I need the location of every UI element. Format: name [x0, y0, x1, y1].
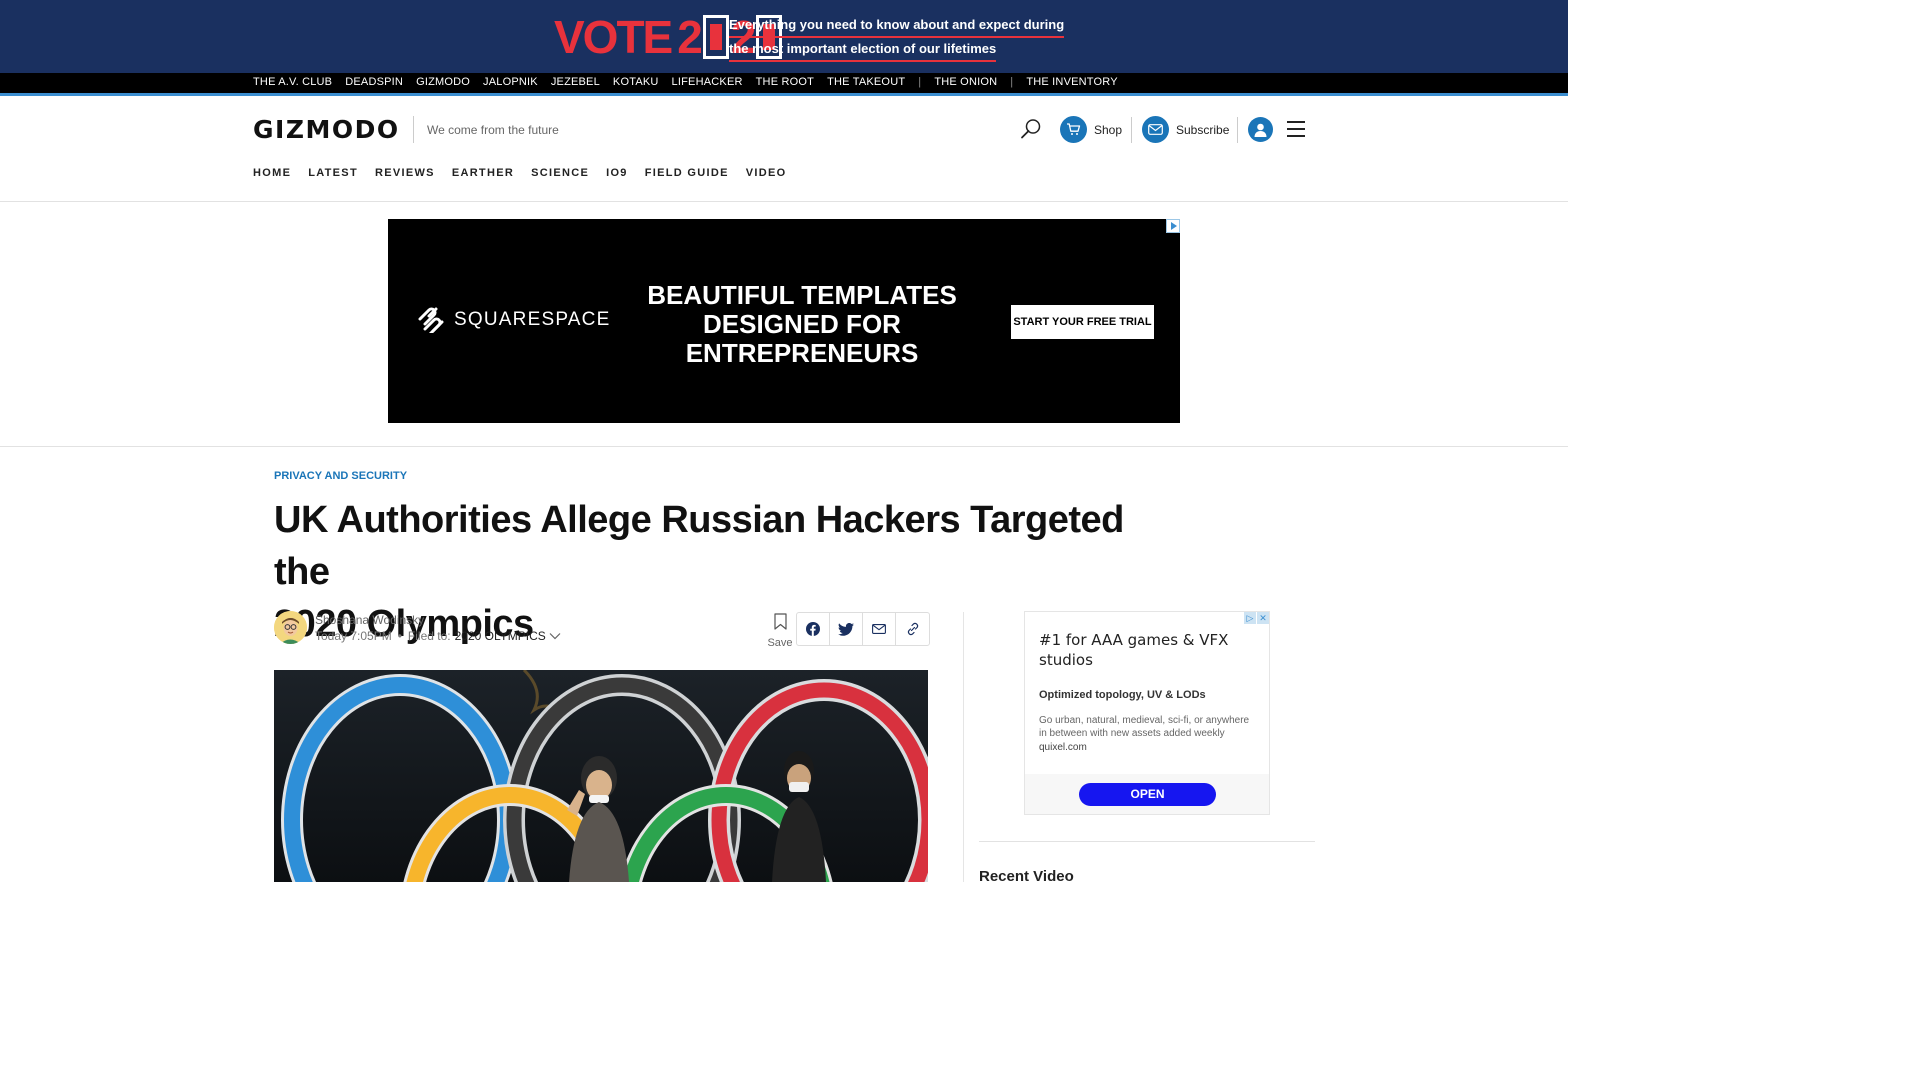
- link-icon: [907, 622, 918, 636]
- cart-icon: [1060, 116, 1087, 143]
- vote-logo-digit: 2: [677, 11, 703, 63]
- save-label: Save: [767, 637, 793, 649]
- olympic-rings-photo: [274, 670, 928, 882]
- close-icon[interactable]: ✕: [1257, 612, 1269, 624]
- site-logo[interactable]: GIZMODO: [253, 115, 400, 144]
- header-divider: [1237, 117, 1238, 143]
- network-link[interactable]: THE TAKEOUT: [827, 76, 905, 88]
- network-link[interactable]: DEADSPIN: [345, 76, 403, 88]
- shop-button[interactable]: Shop: [1060, 116, 1122, 143]
- ballot-box-icon: [702, 15, 729, 59]
- subscribe-label: Subscribe: [1176, 122, 1230, 137]
- network-link[interactable]: JALOPNIK: [483, 76, 538, 88]
- save-button[interactable]: Save: [766, 613, 794, 649]
- header-divider: [413, 116, 414, 143]
- nav-item-io9[interactable]: IO9: [606, 167, 628, 179]
- author-name[interactable]: Shoshana Wodinsky: [315, 613, 424, 627]
- recent-video-heading: Recent Video: [979, 868, 1074, 885]
- network-link[interactable]: THE A.V. CLUB: [253, 76, 332, 88]
- main-nav: HOME LATEST REVIEWS EARTHER SCIENCE IO9 …: [253, 167, 803, 179]
- nav-item-video[interactable]: VIDEO: [746, 167, 787, 179]
- filed-label: Filed to:: [407, 629, 451, 643]
- election-banner[interactable]: VOTE 2 2 Everything you need to know abo…: [0, 0, 1568, 73]
- subscribe-button[interactable]: Subscribe: [1142, 116, 1229, 143]
- squarespace-brand: SQUARESPACE: [454, 309, 611, 330]
- copy-link-button[interactable]: [896, 613, 929, 645]
- user-icon: [1248, 117, 1273, 142]
- nav-item-earther[interactable]: EARTHER: [452, 167, 514, 179]
- network-separator: |: [918, 76, 922, 88]
- article-hero-image: [274, 670, 928, 882]
- election-banner-text[interactable]: Everything you need to know about and ex…: [729, 14, 1065, 62]
- search-icon: [1021, 119, 1041, 139]
- ad-rule: [0, 446, 1568, 447]
- network-separator: |: [1010, 76, 1014, 88]
- network-bar: THE A.V. CLUB DEADSPIN GIZMODO JALOPNIK …: [0, 73, 1568, 93]
- share-twitter-button[interactable]: [830, 613, 863, 645]
- search-button[interactable]: [1020, 118, 1042, 140]
- ad-cta-button[interactable]: START YOUR FREE TRIAL: [1011, 305, 1154, 339]
- sidebar-ad[interactable]: ▷ ✕ #1 for AAA games & VFX studios Optim…: [1024, 611, 1270, 815]
- column-divider: [963, 612, 964, 882]
- headline-line: UK Authorities Allege Russian Hackers Ta…: [274, 499, 1124, 593]
- bookmark-icon: [773, 613, 787, 630]
- sidebar-ad-title: #1 for AAA games & VFX studios: [1039, 631, 1229, 669]
- squarespace-icon: [418, 307, 444, 333]
- chevron-down-icon[interactable]: [549, 632, 561, 640]
- network-link[interactable]: THE ROOT: [756, 76, 814, 88]
- network-link[interactable]: THE INVENTORY: [1026, 76, 1117, 88]
- author-avatar[interactable]: [274, 611, 307, 644]
- hamburger-icon: [1287, 121, 1305, 123]
- ad-controls: ▷ ✕: [1243, 612, 1269, 624]
- email-icon: [872, 624, 886, 634]
- account-button[interactable]: [1248, 117, 1273, 142]
- sidebar-ad-subtitle: Optimized topology, UV & LODs: [1039, 689, 1206, 701]
- publish-timestamp: Today 7:05PM: [315, 629, 392, 643]
- share-facebook-button[interactable]: [797, 613, 830, 645]
- network-link[interactable]: LIFEHACKER: [672, 76, 743, 88]
- squarespace-ad[interactable]: SQUARESPACE BEAUTIFUL TEMPLATES DESIGNED…: [388, 219, 1180, 423]
- network-link[interactable]: KOTAKU: [613, 76, 659, 88]
- election-banner-line: Everything you need to know about and ex…: [729, 14, 1065, 38]
- share-email-button[interactable]: [863, 613, 896, 645]
- nav-item-reviews[interactable]: REVIEWS: [375, 167, 435, 179]
- network-link[interactable]: THE ONION: [934, 76, 997, 88]
- ad-headline-line: BEAUTIFUL TEMPLATES: [647, 280, 957, 310]
- sidebar-ad-description: Go urban, natural, medieval, sci-fi, or …: [1039, 715, 1250, 739]
- header-accent-rule: [0, 93, 1568, 96]
- nav-item-latest[interactable]: LATEST: [308, 167, 358, 179]
- network-link[interactable]: JEZEBEL: [551, 76, 600, 88]
- hamburger-menu-button[interactable]: [1287, 121, 1305, 137]
- ad-headline-line: ENTREPRENEURS: [685, 338, 919, 368]
- mail-icon: [1142, 116, 1169, 143]
- header-divider: [1131, 117, 1132, 143]
- ad-headline: BEAUTIFUL TEMPLATES DESIGNED FOR ENTREPR…: [618, 281, 986, 368]
- avatar-illustration: [274, 611, 307, 644]
- twitter-icon: [838, 622, 854, 636]
- vote-logo-word: VOTE: [554, 11, 673, 63]
- sidebar-ad-open-button[interactable]: OPEN: [1079, 783, 1216, 806]
- site-tagline: We come from the future: [427, 123, 559, 137]
- ad-choices-icon[interactable]: [1166, 219, 1180, 233]
- filed-tag[interactable]: 2020 OLYMPICS: [455, 629, 546, 643]
- shop-label: Shop: [1094, 122, 1123, 137]
- meta-separator: •: [397, 629, 402, 643]
- sidebar-rule: [979, 841, 1315, 842]
- article-category[interactable]: PRIVACY AND SECURITY: [274, 470, 407, 482]
- squarespace-logo: SQUARESPACE: [416, 307, 610, 333]
- article-meta: Today 7:05PM • Filed to: 2020 OLYMPICS: [315, 629, 561, 643]
- share-buttons: [796, 612, 930, 646]
- nav-item-science[interactable]: SCIENCE: [531, 167, 589, 179]
- ad-choices-icon[interactable]: ▷: [1244, 612, 1256, 624]
- ad-headline-line: DESIGNED FOR: [703, 309, 901, 339]
- sidebar-ad-domain: quixel.com: [1039, 742, 1087, 753]
- election-banner-line: the most important election of our lifet…: [729, 38, 997, 62]
- header-rule: [0, 201, 1568, 202]
- nav-item-field-guide[interactable]: FIELD GUIDE: [645, 167, 729, 179]
- nav-item-home[interactable]: HOME: [253, 167, 291, 179]
- facebook-icon: [806, 622, 820, 636]
- network-link[interactable]: GIZMODO: [416, 76, 470, 88]
